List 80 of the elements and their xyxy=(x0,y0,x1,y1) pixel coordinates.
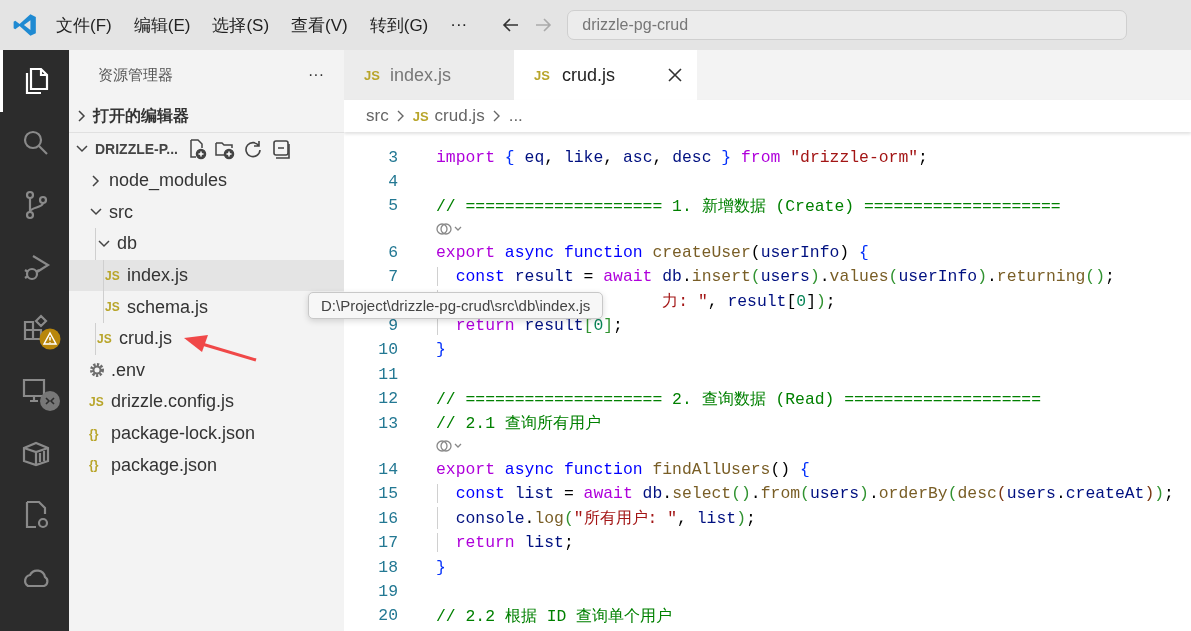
tree-item-label: schema.js xyxy=(127,296,209,318)
js-file-icon: JS xyxy=(89,394,105,409)
line-number: 16 xyxy=(377,508,398,528)
tree-item[interactable]: JS drizzle.config.js xyxy=(69,386,305,418)
tree-item[interactable]: JS schema.js xyxy=(69,291,305,323)
json-file-icon: {} xyxy=(89,458,105,473)
menu-item[interactable]: 转到(G) xyxy=(369,13,429,37)
tree-item[interactable]: .env xyxy=(69,354,305,387)
menu-item[interactable]: 查看(V) xyxy=(291,13,348,37)
panel-title: 资源管理器 xyxy=(98,65,173,85)
line-number: 5 xyxy=(387,196,398,216)
tree-item-label: package-lock.json xyxy=(111,423,256,445)
line-number: 7 xyxy=(387,267,398,287)
code-line: // ==================== 1. 新增数据 (Create) ==================== xyxy=(436,195,1061,217)
code-editor-logo-icon xyxy=(12,12,38,38)
tree-item-label: db xyxy=(117,233,138,255)
js-file-icon: JS xyxy=(412,108,429,124)
line-number: 20 xyxy=(377,606,398,626)
breadcrumb-item[interactable]: ... xyxy=(508,106,523,126)
tree-item[interactable]: node_modules xyxy=(69,165,305,197)
code-line: import { eq, like, asc, desc } from "drizzle-orm"; xyxy=(436,147,928,167)
code-line: export async function createUser(userInfo) { xyxy=(436,242,869,262)
code-line: export async function findAllUsers() { xyxy=(436,460,810,479)
json-file-icon: {} xyxy=(89,426,105,441)
code-line: // ==================== 2. 查询数据 (Read) ==================== xyxy=(436,388,1041,410)
line-number: 10 xyxy=(377,340,398,360)
section-label: DRIZZLE-P... xyxy=(95,141,178,157)
section-header[interactable]: 打开的编辑器 xyxy=(69,100,344,132)
editor-tab[interactable]: JS crud.js xyxy=(514,50,697,100)
code-line: } xyxy=(436,557,446,577)
tree-item-label: .env xyxy=(111,359,146,381)
js-file-icon: JS xyxy=(105,300,121,315)
js-file-icon: JS xyxy=(97,331,113,346)
line-number: 15 xyxy=(377,484,398,504)
tree-item-label: drizzle.config.js xyxy=(111,391,235,413)
tree-item[interactable]: {} package.json xyxy=(69,449,305,481)
tree-item-label: node_modules xyxy=(109,170,228,192)
line-number: 19 xyxy=(377,581,398,601)
menu-item[interactable]: 编辑(E) xyxy=(133,13,191,37)
breadcrumb-item[interactable]: src xyxy=(366,106,389,126)
tree-item-label: package.json xyxy=(111,454,218,476)
code-line: } xyxy=(436,340,446,360)
gear-icon xyxy=(89,362,105,379)
js-file-icon: JS xyxy=(364,67,380,83)
breadcrumb-item[interactable]: crud.js xyxy=(434,106,485,126)
code-line: // 2.2 根据 ID 查询单个用户 xyxy=(436,605,673,627)
line-number: 9 xyxy=(387,316,398,336)
editor-tab[interactable]: JS index.js xyxy=(344,50,514,100)
js-file-icon: JS xyxy=(534,67,550,83)
line-number: 3 xyxy=(387,147,398,167)
tree-item-label: index.js xyxy=(127,265,189,287)
tree-item[interactable]: JS index.js xyxy=(69,259,344,292)
line-number: 13 xyxy=(377,413,398,433)
code-line: // 2.1 查询所有用户 xyxy=(436,413,601,435)
tree-item[interactable]: src xyxy=(69,196,305,229)
line-number: 17 xyxy=(377,533,398,553)
tab-label: index.js xyxy=(389,64,451,86)
line-number: 4 xyxy=(387,172,398,192)
section-label: 打开的编辑器 xyxy=(93,105,189,126)
close-icon[interactable] xyxy=(666,67,683,83)
tree-item[interactable]: db xyxy=(69,228,305,260)
more-actions-button[interactable]: ··· xyxy=(308,66,324,84)
menu-item[interactable]: ··· xyxy=(450,15,468,35)
tree-item[interactable]: JS crud.js xyxy=(69,322,305,355)
js-file-icon: JS xyxy=(105,268,121,283)
menu-item[interactable]: 选择(S) xyxy=(212,13,270,37)
remote-badge-icon xyxy=(39,390,61,412)
tree-item-label: src xyxy=(109,201,133,223)
line-number: 14 xyxy=(377,460,398,479)
line-number: 12 xyxy=(377,389,398,409)
line-number: 6 xyxy=(387,242,398,262)
tree-item-label: crud.js xyxy=(119,328,172,350)
line-number: 18 xyxy=(377,557,398,577)
path-tooltip: D:\Project\drizzle-pg-crud\src\db\index.js xyxy=(308,292,604,319)
line-number: 11 xyxy=(377,364,398,384)
tree-item[interactable]: {} package-lock.json xyxy=(69,417,305,450)
menu-item[interactable]: 文件(F) xyxy=(56,13,112,37)
command-center-field[interactable]: drizzle-pg-crud xyxy=(567,10,1128,40)
tab-label: crud.js xyxy=(561,64,615,86)
section-header[interactable]: DRIZZLE-P... xyxy=(69,132,344,165)
